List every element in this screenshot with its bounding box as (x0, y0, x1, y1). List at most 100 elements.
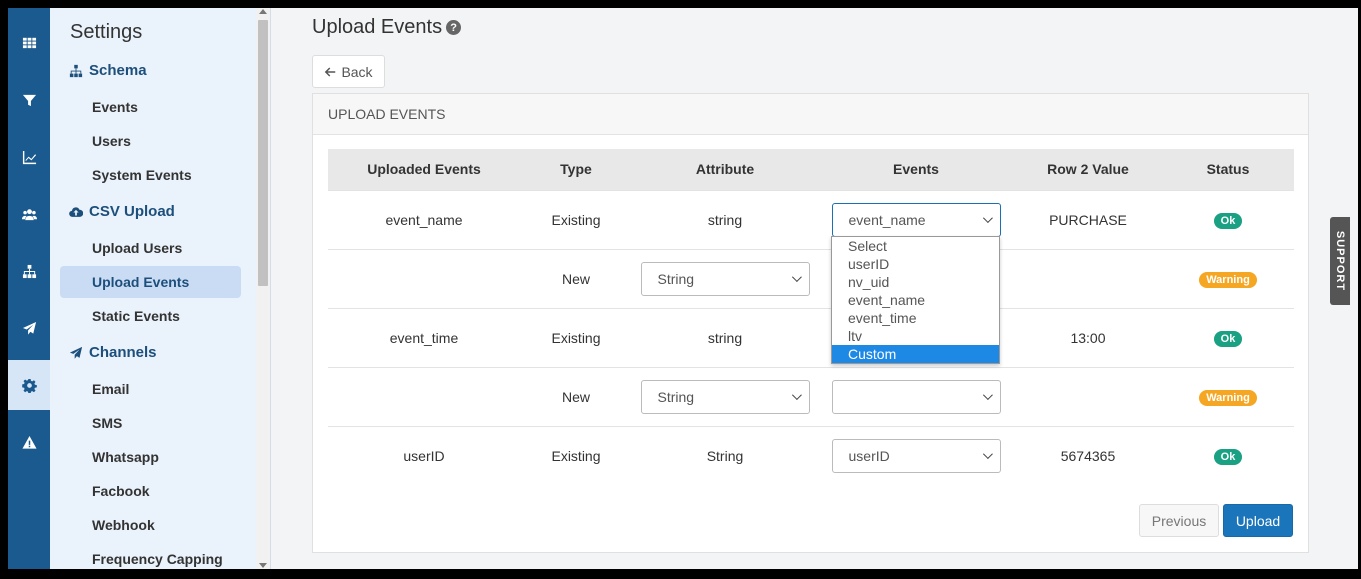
scroll-thumb[interactable] (258, 20, 268, 286)
page-title-text: Upload Events (312, 16, 443, 38)
support-tab[interactable]: SUPPORT (1330, 217, 1350, 305)
sidebar-item-system-events[interactable]: System Events (60, 159, 241, 191)
section-label: Schema (89, 62, 147, 79)
cell-uploaded: userID (328, 425, 520, 485)
events-select[interactable]: event_name (831, 202, 1001, 237)
cell-uploaded: event_name (328, 189, 520, 249)
status-badge: Ok (1213, 448, 1243, 465)
status-badge: Ok (1213, 212, 1243, 229)
cell-row2-value: 5674365 (1014, 425, 1162, 485)
back-button[interactable]: Back (312, 55, 385, 88)
warning-icon (21, 435, 37, 449)
table-row: New String Warning (328, 248, 1294, 308)
attribute-select[interactable]: String (640, 261, 810, 296)
status-badge: Warning (1199, 389, 1257, 406)
sidebar-item-sms[interactable]: SMS (60, 407, 241, 439)
dropdown-option-custom[interactable]: Custom (832, 345, 999, 363)
sidebar-item-email[interactable]: Email (60, 373, 241, 405)
cell-row2-value: 13:00 (1014, 307, 1162, 367)
arrow-left-icon (325, 67, 336, 76)
events-select[interactable] (831, 379, 1001, 414)
status-badge: Warning (1199, 271, 1257, 288)
rail-campaigns[interactable] (8, 303, 50, 353)
events-table: Uploaded Events Type Attribute Events Ro… (328, 149, 1294, 485)
previous-button[interactable]: Previous (1139, 504, 1219, 537)
section-csv-upload: CSV Upload (69, 203, 175, 220)
dropdown-option-event-name[interactable]: event_name (832, 291, 999, 309)
sidebar-item-facebook[interactable]: Facbook (60, 475, 241, 507)
cell-attribute: String (632, 425, 818, 485)
rail-settings[interactable] (8, 360, 50, 410)
sidebar-item-events[interactable]: Events (60, 91, 241, 123)
scroll-down-arrow-icon[interactable] (259, 563, 267, 568)
funnel-icon (22, 94, 36, 106)
rail-schema[interactable] (8, 246, 50, 296)
select-value: event_name (848, 211, 926, 228)
panel-title: UPLOAD EVENTS (313, 94, 1308, 135)
sidebar-item-webhook[interactable]: Webhook (60, 509, 241, 541)
attribute-select[interactable]: String (640, 379, 810, 414)
sidebar-item-upload-events[interactable]: Upload Events (60, 266, 241, 298)
cloud-upload-icon (69, 206, 83, 217)
header-attribute: Attribute (632, 149, 818, 190)
sidebar-scrollbar[interactable] (256, 8, 270, 569)
dropdown-option-nv-uid[interactable]: nv_uid (832, 273, 999, 291)
scroll-up-arrow-icon[interactable] (259, 9, 267, 14)
sidebar-title: Settings (70, 21, 143, 43)
support-label: SUPPORT (1334, 230, 1346, 292)
rail-users[interactable] (8, 189, 50, 239)
cell-type: New (520, 366, 632, 426)
cell-row2-value (1014, 248, 1162, 308)
table-row: event_time Existing string 13:00 Ok (328, 307, 1294, 367)
back-label: Back (341, 63, 373, 80)
chevron-down-icon (982, 449, 993, 460)
settings-sidebar: Settings Schema Events Users System Even… (50, 8, 271, 569)
rail-alerts[interactable] (8, 417, 50, 467)
section-channels: Channels (69, 344, 157, 361)
line-chart-icon (22, 150, 36, 164)
upload-button[interactable]: Upload (1223, 504, 1293, 537)
sitemap-icon (22, 264, 36, 278)
page-title: Upload Events ? (312, 16, 462, 39)
cell-row2-value: PURCHASE (1014, 189, 1162, 249)
section-label: CSV Upload (89, 203, 175, 220)
events-dropdown-list: Select userID nv_uid event_name event_ti… (831, 236, 1000, 364)
header-events: Events (818, 149, 1014, 190)
section-label: Channels (89, 344, 157, 361)
status-badge: Ok (1213, 330, 1243, 347)
icon-rail (8, 8, 50, 569)
cell-type: Existing (520, 307, 632, 367)
chevron-down-icon (982, 213, 993, 224)
cell-type: Existing (520, 189, 632, 249)
gear-icon (21, 378, 37, 393)
chevron-down-icon (791, 272, 802, 283)
rail-dashboard[interactable] (8, 17, 50, 67)
cell-uploaded (328, 248, 520, 308)
cell-uploaded: event_time (328, 307, 520, 367)
cell-row2-value (1014, 366, 1162, 426)
dropdown-option-ltv[interactable]: ltv (832, 327, 999, 345)
header-type: Type (520, 149, 632, 190)
dropdown-option-event-time[interactable]: event_time (832, 309, 999, 327)
select-value: String (657, 270, 695, 287)
dropdown-option-userid[interactable]: userID (832, 255, 999, 273)
sidebar-item-upload-users[interactable]: Upload Users (60, 232, 241, 264)
sidebar-item-static-events[interactable]: Static Events (60, 300, 241, 332)
rail-funnel[interactable] (8, 75, 50, 125)
rail-analytics[interactable] (8, 132, 50, 182)
sidebar-item-users[interactable]: Users (60, 125, 241, 157)
header-uploaded-events: Uploaded Events (328, 149, 520, 190)
help-icon[interactable]: ? (446, 20, 462, 35)
table-row: userID Existing String userID 5674365 Ok (328, 425, 1294, 485)
select-value: String (657, 388, 695, 405)
header-row2-value: Row 2 Value (1014, 149, 1162, 190)
table-row: New String Warning (328, 366, 1294, 426)
sidebar-item-whatsapp[interactable]: Whatsapp (60, 441, 241, 473)
chevron-down-icon (791, 390, 802, 401)
table-row: event_name Existing string event_name PU… (328, 189, 1294, 249)
sitemap-icon (69, 64, 83, 77)
sidebar-item-frequency-capping[interactable]: Frequency Capping (60, 543, 241, 569)
table-header-row: Uploaded Events Type Attribute Events Ro… (328, 149, 1294, 190)
events-select[interactable]: userID (831, 438, 1001, 473)
dropdown-option-select[interactable]: Select (832, 237, 999, 255)
